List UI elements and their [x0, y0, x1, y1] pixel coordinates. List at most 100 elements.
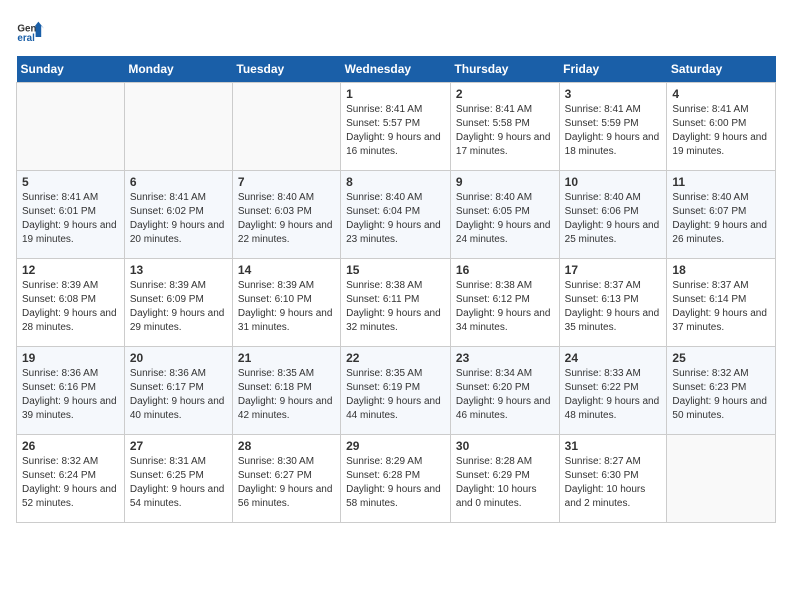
header-day-wednesday: Wednesday	[341, 56, 451, 83]
calendar-cell: 30 Sunrise: 8:28 AM Sunset: 6:29 PM Dayli…	[450, 435, 559, 523]
day-info: Sunrise: 8:32 AM Sunset: 6:23 PM Dayligh…	[672, 367, 770, 423]
svg-text:eral: eral	[17, 33, 35, 44]
calendar-cell: 7 Sunrise: 8:40 AM Sunset: 6:03 PM Daylig…	[232, 171, 340, 259]
calendar-cell: 19 Sunrise: 8:36 AM Sunset: 6:16 PM Dayli…	[17, 347, 125, 435]
day-info: Sunrise: 8:33 AM Sunset: 6:22 PM Dayligh…	[565, 367, 662, 423]
header-day-thursday: Thursday	[450, 56, 559, 83]
calendar-cell: 2 Sunrise: 8:41 AM Sunset: 5:58 PM Daylig…	[450, 83, 559, 171]
calendar-cell	[232, 83, 340, 171]
calendar-cell: 9 Sunrise: 8:40 AM Sunset: 6:05 PM Daylig…	[450, 171, 559, 259]
day-info: Sunrise: 8:39 AM Sunset: 6:09 PM Dayligh…	[130, 279, 227, 335]
day-number: 17	[565, 263, 662, 277]
day-info: Sunrise: 8:41 AM Sunset: 5:58 PM Dayligh…	[456, 103, 554, 159]
day-info: Sunrise: 8:36 AM Sunset: 6:16 PM Dayligh…	[22, 367, 119, 423]
header-day-sunday: Sunday	[17, 56, 125, 83]
day-info: Sunrise: 8:36 AM Sunset: 6:17 PM Dayligh…	[130, 367, 227, 423]
day-number: 10	[565, 175, 662, 189]
day-info: Sunrise: 8:38 AM Sunset: 6:11 PM Dayligh…	[346, 279, 445, 335]
calendar-cell: 21Sunrise: 8:35 AM Sunset: 6:18 PM Dayli…	[232, 347, 340, 435]
day-number: 19	[22, 351, 119, 365]
calendar-cell: 29 Sunrise: 8:29 AM Sunset: 6:28 PM Dayli…	[341, 435, 451, 523]
day-info: Sunrise: 8:30 AM Sunset: 6:27 PM Dayligh…	[238, 455, 335, 511]
day-number: 18	[672, 263, 770, 277]
day-info: Sunrise: 8:41 AM Sunset: 5:59 PM Dayligh…	[565, 103, 662, 159]
day-info: Sunrise: 8:37 AM Sunset: 6:13 PM Dayligh…	[565, 279, 662, 335]
calendar-cell: 18 Sunrise: 8:37 AM Sunset: 6:14 PM Dayli…	[667, 259, 776, 347]
day-info: Sunrise: 8:32 AM Sunset: 6:24 PM Dayligh…	[22, 455, 119, 511]
day-number: 1	[346, 87, 445, 101]
day-number: 24	[565, 351, 662, 365]
calendar-cell: 15 Sunrise: 8:38 AM Sunset: 6:11 PM Dayli…	[341, 259, 451, 347]
day-number: 31	[565, 439, 662, 453]
day-info: Sunrise: 8:29 AM Sunset: 6:28 PM Dayligh…	[346, 455, 445, 511]
day-info: Sunrise: 8:40 AM Sunset: 6:03 PM Dayligh…	[238, 191, 335, 247]
calendar-cell: 12 Sunrise: 8:39 AM Sunset: 6:08 PM Dayli…	[17, 259, 125, 347]
calendar-cell: 5 Sunrise: 8:41 AM Sunset: 6:01 PM Daylig…	[17, 171, 125, 259]
day-number: 30	[456, 439, 554, 453]
logo-icon: Gen eral	[16, 16, 44, 44]
calendar-cell: 8Sunrise: 8:40 AM Sunset: 6:04 PM Daylig…	[341, 171, 451, 259]
day-number: 20	[130, 351, 227, 365]
day-number: 8	[346, 175, 445, 189]
day-number: 29	[346, 439, 445, 453]
day-number: 14	[238, 263, 335, 277]
calendar-cell	[124, 83, 232, 171]
day-number: 9	[456, 175, 554, 189]
calendar-cell: 17 Sunrise: 8:37 AM Sunset: 6:13 PM Dayli…	[559, 259, 667, 347]
day-info: Sunrise: 8:39 AM Sunset: 6:10 PM Dayligh…	[238, 279, 335, 335]
day-number: 11	[672, 175, 770, 189]
day-number: 23	[456, 351, 554, 365]
day-number: 27	[130, 439, 227, 453]
calendar-cell: 22 Sunrise: 8:35 AM Sunset: 6:19 PM Dayli…	[341, 347, 451, 435]
calendar-cell	[667, 435, 776, 523]
day-info: Sunrise: 8:31 AM Sunset: 6:25 PM Dayligh…	[130, 455, 227, 511]
day-number: 13	[130, 263, 227, 277]
day-info: Sunrise: 8:35 AM Sunset: 6:18 PM Dayligh…	[238, 367, 335, 423]
week-row-0: 1 Sunrise: 8:41 AM Sunset: 5:57 PM Daylig…	[17, 83, 776, 171]
page-header: Gen eral	[16, 16, 776, 44]
calendar-cell: 20 Sunrise: 8:36 AM Sunset: 6:17 PM Dayli…	[124, 347, 232, 435]
calendar-cell: 11 Sunrise: 8:40 AM Sunset: 6:07 PM Dayli…	[667, 171, 776, 259]
day-info: Sunrise: 8:41 AM Sunset: 6:00 PM Dayligh…	[672, 103, 770, 159]
day-number: 6	[130, 175, 227, 189]
day-info: Sunrise: 8:27 AM Sunset: 6:30 PM Dayligh…	[565, 455, 662, 511]
day-info: Sunrise: 8:41 AM Sunset: 6:02 PM Dayligh…	[130, 191, 227, 247]
day-number: 2	[456, 87, 554, 101]
day-number: 12	[22, 263, 119, 277]
calendar-cell: 10 Sunrise: 8:40 AM Sunset: 6:06 PM Dayli…	[559, 171, 667, 259]
week-row-3: 19 Sunrise: 8:36 AM Sunset: 6:16 PM Dayli…	[17, 347, 776, 435]
day-number: 15	[346, 263, 445, 277]
calendar-cell: 6 Sunrise: 8:41 AM Sunset: 6:02 PM Daylig…	[124, 171, 232, 259]
calendar-cell: 23 Sunrise: 8:34 AM Sunset: 6:20 PM Dayli…	[450, 347, 559, 435]
calendar-cell: 24 Sunrise: 8:33 AM Sunset: 6:22 PM Dayli…	[559, 347, 667, 435]
calendar-cell: 16Sunrise: 8:38 AM Sunset: 6:12 PM Dayli…	[450, 259, 559, 347]
day-info: Sunrise: 8:40 AM Sunset: 6:07 PM Dayligh…	[672, 191, 770, 247]
calendar-body: 1 Sunrise: 8:41 AM Sunset: 5:57 PM Daylig…	[17, 83, 776, 523]
calendar-cell: 1 Sunrise: 8:41 AM Sunset: 5:57 PM Daylig…	[341, 83, 451, 171]
calendar-cell: 26Sunrise: 8:32 AM Sunset: 6:24 PM Dayli…	[17, 435, 125, 523]
header-row: SundayMondayTuesdayWednesdayThursdayFrid…	[17, 56, 776, 83]
day-number: 5	[22, 175, 119, 189]
day-info: Sunrise: 8:41 AM Sunset: 6:01 PM Dayligh…	[22, 191, 119, 247]
day-info: Sunrise: 8:39 AM Sunset: 6:08 PM Dayligh…	[22, 279, 119, 335]
calendar-table: SundayMondayTuesdayWednesdayThursdayFrid…	[16, 56, 776, 523]
day-info: Sunrise: 8:35 AM Sunset: 6:19 PM Dayligh…	[346, 367, 445, 423]
day-info: Sunrise: 8:28 AM Sunset: 6:29 PM Dayligh…	[456, 455, 554, 511]
day-number: 28	[238, 439, 335, 453]
calendar-cell: 14 Sunrise: 8:39 AM Sunset: 6:10 PM Dayli…	[232, 259, 340, 347]
calendar-cell: 27 Sunrise: 8:31 AM Sunset: 6:25 PM Dayli…	[124, 435, 232, 523]
day-info: Sunrise: 8:40 AM Sunset: 6:05 PM Dayligh…	[456, 191, 554, 247]
header-day-saturday: Saturday	[667, 56, 776, 83]
day-number: 7	[238, 175, 335, 189]
week-row-2: 12 Sunrise: 8:39 AM Sunset: 6:08 PM Dayli…	[17, 259, 776, 347]
day-info: Sunrise: 8:34 AM Sunset: 6:20 PM Dayligh…	[456, 367, 554, 423]
header-day-tuesday: Tuesday	[232, 56, 340, 83]
day-number: 22	[346, 351, 445, 365]
logo: Gen eral	[16, 16, 48, 44]
week-row-1: 5 Sunrise: 8:41 AM Sunset: 6:01 PM Daylig…	[17, 171, 776, 259]
day-info: Sunrise: 8:40 AM Sunset: 6:06 PM Dayligh…	[565, 191, 662, 247]
day-number: 4	[672, 87, 770, 101]
day-info: Sunrise: 8:41 AM Sunset: 5:57 PM Dayligh…	[346, 103, 445, 159]
day-info: Sunrise: 8:37 AM Sunset: 6:14 PM Dayligh…	[672, 279, 770, 335]
week-row-4: 26Sunrise: 8:32 AM Sunset: 6:24 PM Dayli…	[17, 435, 776, 523]
